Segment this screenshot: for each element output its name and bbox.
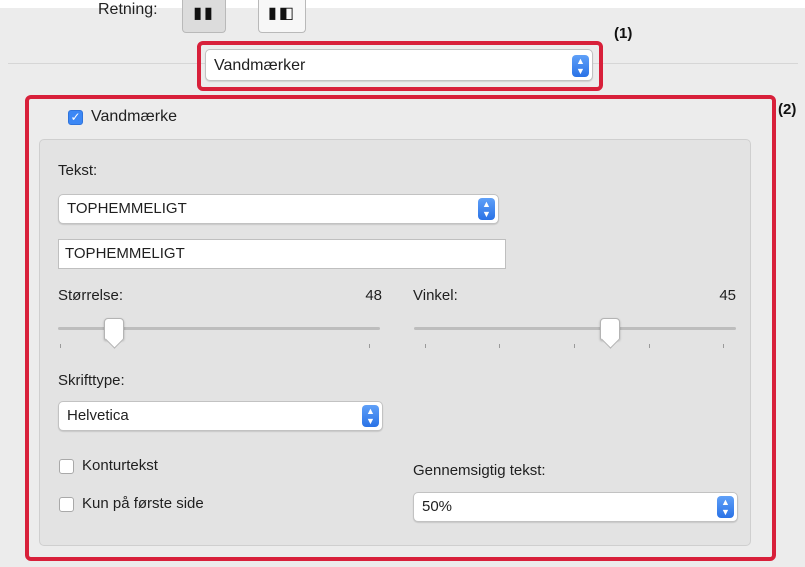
angle-slider-tick xyxy=(574,344,575,348)
callout-box-1 xyxy=(197,41,603,91)
font-popup[interactable]: Helvetica ▲ ▼ xyxy=(58,401,383,431)
angle-slider-track[interactable] xyxy=(414,327,736,330)
first-page-only-checkbox[interactable] xyxy=(59,497,74,512)
popup-chevron-icon: ▲ ▼ xyxy=(717,496,734,518)
angle-slider-tick xyxy=(723,344,724,348)
transparency-label: Gennemsigtig tekst: xyxy=(413,462,546,479)
text-preset-value: TOPHEMMELIGT xyxy=(67,200,187,217)
portrait-orientation-icon: ▮▮ xyxy=(193,5,215,22)
size-slider-knob[interactable] xyxy=(104,318,124,340)
angle-slider-knob[interactable] xyxy=(600,318,620,340)
font-popup-value: Helvetica xyxy=(67,407,129,424)
watermark-text-field[interactable]: TOPHEMMELIGT xyxy=(58,239,506,269)
first-page-only-label: Kun på første side xyxy=(82,495,204,512)
angle-label: Vinkel: xyxy=(413,287,458,304)
transparency-popup-value: 50% xyxy=(422,498,453,515)
angle-slider-tick xyxy=(425,344,426,348)
text-preset-popup[interactable]: TOPHEMMELIGT ▲ ▼ xyxy=(58,194,499,224)
outline-text-checkbox[interactable] xyxy=(59,459,74,474)
watermark-checkbox-label: Vandmærke xyxy=(91,108,177,125)
landscape-orientation-icon: ▮◧ xyxy=(268,5,296,22)
size-slider-tick xyxy=(60,344,61,348)
angle-slider-tick xyxy=(499,344,500,348)
angle-value: 45 xyxy=(719,287,736,304)
callout-number-1: (1) xyxy=(614,25,633,42)
popup-chevron-icon: ▲ ▼ xyxy=(362,405,379,427)
popup-chevron-icon: ▲ ▼ xyxy=(478,198,495,220)
transparency-popup[interactable]: 50% ▲ ▼ xyxy=(413,492,738,522)
size-slider-tick xyxy=(369,344,370,348)
text-label: Tekst: xyxy=(58,162,98,179)
size-value: 48 xyxy=(365,287,382,304)
orientation-label: Retning: xyxy=(98,1,158,18)
landscape-orientation-button[interactable]: ▮◧ xyxy=(258,0,306,33)
callout-number-2: (2) xyxy=(778,101,797,118)
outline-text-label: Konturtekst xyxy=(82,457,158,474)
watermark-checkbox[interactable]: ✓ xyxy=(68,110,83,125)
size-label: Størrelse: xyxy=(58,287,124,304)
font-label: Skrifttype: xyxy=(58,372,125,389)
angle-slider-tick xyxy=(649,344,650,348)
portrait-orientation-button[interactable]: ▮▮ xyxy=(182,0,226,33)
